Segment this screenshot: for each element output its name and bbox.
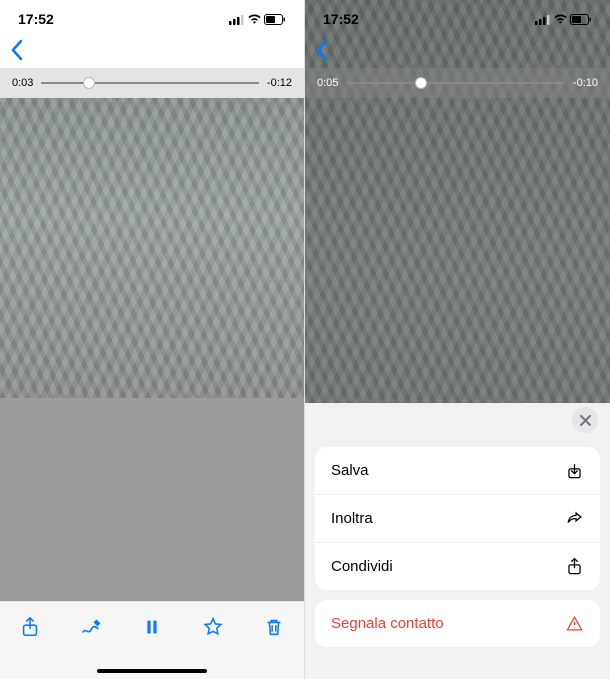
battery-icon xyxy=(570,14,592,25)
menu-save[interactable]: Salva xyxy=(315,447,600,494)
scrub-track[interactable] xyxy=(346,82,565,84)
battery-icon xyxy=(264,14,286,25)
signal-icon xyxy=(535,14,551,25)
menu-report[interactable]: Segnala contatto xyxy=(315,600,600,647)
draw-icon[interactable] xyxy=(80,616,102,643)
action-sheet: Salva Inoltra Condividi Segnala contatto xyxy=(305,403,610,679)
forward-icon xyxy=(565,509,584,528)
scrubber[interactable]: 0:05 -0:10 xyxy=(305,68,610,98)
menu-label: Condividi xyxy=(331,558,393,575)
menu-label: Salva xyxy=(331,462,369,479)
nav-bar xyxy=(305,38,610,68)
screen-right: 17:52 0:05 -0:10 Salva Inoltra Condividi… xyxy=(305,0,610,679)
remaining-time: -0:10 xyxy=(573,77,598,89)
elapsed-time: 0:05 xyxy=(317,77,338,89)
menu-forward[interactable]: Inoltra xyxy=(315,494,600,542)
share-icon xyxy=(565,557,584,576)
video-viewport xyxy=(0,98,304,601)
wifi-icon xyxy=(247,14,262,25)
scrub-thumb[interactable] xyxy=(83,77,95,89)
star-icon[interactable] xyxy=(202,616,224,643)
status-icons xyxy=(229,14,286,25)
back-button[interactable] xyxy=(315,39,328,68)
share-icon[interactable] xyxy=(19,616,41,643)
status-icons xyxy=(535,14,592,25)
status-bar: 17:52 xyxy=(305,0,610,38)
menu-share[interactable]: Condividi xyxy=(315,542,600,590)
status-bar: 17:52 xyxy=(0,0,304,38)
screen-left: 17:52 0:03 -0:12 xyxy=(0,0,305,679)
nav-bar xyxy=(0,38,304,68)
signal-icon xyxy=(229,14,245,25)
pause-icon[interactable] xyxy=(141,616,163,643)
home-indicator[interactable] xyxy=(97,669,207,673)
trash-icon[interactable] xyxy=(263,616,285,643)
remaining-time: -0:12 xyxy=(267,77,292,89)
bottom-toolbar xyxy=(0,601,304,679)
close-button[interactable] xyxy=(572,407,598,433)
scrub-thumb[interactable] xyxy=(415,77,427,89)
back-button[interactable] xyxy=(10,39,23,68)
elapsed-time: 0:03 xyxy=(12,77,33,89)
scrubber[interactable]: 0:03 -0:12 xyxy=(0,68,304,98)
download-icon xyxy=(565,461,584,480)
clock: 17:52 xyxy=(18,11,54,27)
warning-icon xyxy=(565,614,584,633)
video-frame xyxy=(0,98,304,398)
wifi-icon xyxy=(553,14,568,25)
letterbox xyxy=(0,398,304,601)
clock: 17:52 xyxy=(323,11,359,27)
menu-group: Salva Inoltra Condividi xyxy=(315,447,600,590)
menu-label: Inoltra xyxy=(331,510,373,527)
menu-label: Segnala contatto xyxy=(331,615,444,632)
scrub-track[interactable] xyxy=(41,82,259,84)
